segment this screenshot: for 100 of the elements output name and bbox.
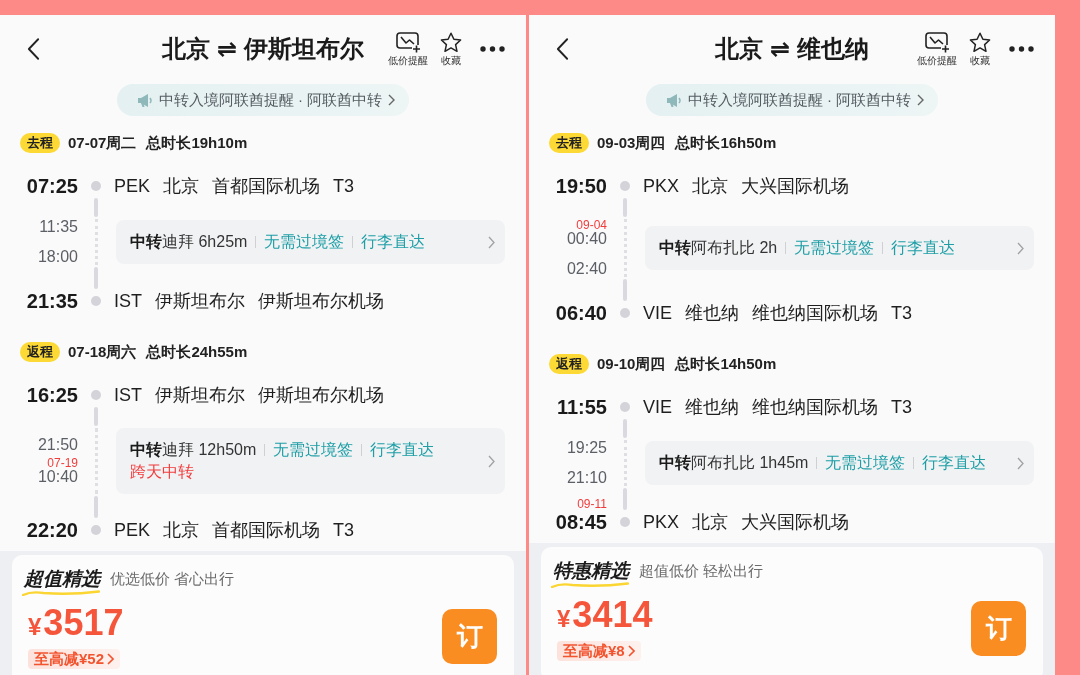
trip-date: 07-18周六: [68, 342, 137, 362]
chevron-right-icon: [488, 235, 495, 249]
notice-text: 中转入境阿联酋提醒 · 阿联酋中转: [687, 90, 912, 110]
departure-time: 11:55: [556, 395, 607, 419]
next-day-date: 07-19: [47, 457, 78, 469]
price: ¥3517: [28, 604, 124, 645]
transfer-card[interactable]: 中转阿布扎比 2h 无需过境签 行李直达: [645, 226, 1034, 270]
transfer-summary: 中转阿布扎比 2h: [659, 238, 778, 258]
notice-banner[interactable]: 中转入境阿联酋提醒 · 阿联酋中转: [116, 84, 410, 116]
chart-plus-icon: [395, 32, 421, 53]
airport-name: PEK 北京 首都国际机场 T3: [114, 519, 356, 542]
notice-text: 中转入境阿联酋提醒 · 阿联酋中转: [158, 90, 383, 110]
transfer-arrive-time: 21:50: [37, 437, 78, 453]
page-title: 北京 ⇌ 伊斯坦布尔: [162, 34, 364, 64]
star-icon: [969, 32, 991, 53]
more-icon[interactable]: [480, 46, 505, 52]
timeline-dot: [620, 181, 630, 191]
underline-swoosh-icon: [22, 590, 100, 596]
departure-time: 07:25: [26, 174, 78, 198]
chevron-right-icon: [1017, 456, 1024, 470]
transfer-depart-time: 18:00: [37, 249, 78, 265]
departure-time: 19:50: [555, 174, 607, 198]
arrival-time: 06:40: [555, 301, 607, 325]
transfer-tag: 无需过境签: [264, 231, 345, 253]
timeline-dot: [620, 308, 630, 318]
transfer-card[interactable]: 中转迪拜 6h25m 无需过境签 行李直达: [116, 220, 505, 264]
airport-name: VIE 维也纳 维也纳国际机场 T3: [643, 396, 914, 419]
favorite-button[interactable]: 收藏: [440, 32, 462, 66]
trip-duration: 总时长19h10m: [146, 133, 248, 153]
transfer-tag: 行李直达: [922, 452, 987, 474]
megaphone-icon: [665, 92, 682, 108]
transfer-tag: 行李直达: [370, 439, 435, 461]
transfer-summary: 中转阿布扎比 1h45m: [659, 453, 809, 473]
timeline-dot: [620, 402, 630, 412]
transfer-card[interactable]: 中转阿布扎比 1h45m 无需过境签 行李直达: [645, 441, 1034, 485]
transfer-card[interactable]: 中转迪拜 12h50m 无需过境签 行李直达 跨天中转: [116, 428, 505, 494]
chevron-right-icon: [627, 645, 635, 657]
deal-subtitle: 超值低价 轻松出行: [639, 561, 764, 581]
transfer-tag: 无需过境签: [273, 439, 354, 461]
timeline-dot: [91, 181, 101, 191]
timeline-dot: [620, 517, 630, 527]
airport-name: PKX 北京 大兴国际机场: [643, 511, 851, 534]
star-icon: [440, 32, 462, 53]
more-icon[interactable]: [1009, 46, 1034, 52]
chevron-right-icon: [1017, 241, 1024, 255]
airport-name: VIE 维也纳 维也纳国际机场 T3: [643, 302, 914, 325]
trip-date: 09-10周四: [597, 354, 666, 374]
trip-tag: 去程: [20, 133, 60, 153]
chevron-right-icon: [488, 454, 495, 468]
next-day-date: 09-11: [577, 498, 607, 510]
transfer-arrive-time: 19:25: [566, 440, 607, 456]
airport-name: PKX 北京 大兴国际机场: [643, 175, 851, 198]
arrival-time: 22:20: [26, 518, 78, 542]
transfer-depart-time: 10:40: [37, 469, 78, 485]
trip-tag: 返程: [20, 342, 60, 362]
price: ¥3414: [557, 596, 653, 637]
transfer-depart-time: 02:40: [566, 261, 607, 277]
favorite-button[interactable]: 收藏: [969, 32, 991, 66]
transfer-summary: 中转迪拜 6h25m: [130, 232, 248, 252]
trip-date: 07-07周二: [68, 133, 137, 153]
megaphone-icon: [136, 92, 153, 108]
transfer-depart-time: 21:10: [566, 470, 607, 486]
chevron-right-icon: [388, 94, 396, 106]
price-alert-button[interactable]: 低价提醒: [917, 32, 957, 66]
cross-day-note: 跨天中转: [130, 462, 195, 482]
trip-duration: 总时长24h55m: [146, 342, 248, 362]
underline-swoosh-icon: [551, 582, 629, 588]
departure-time: 16:25: [26, 383, 78, 407]
chevron-right-icon: [107, 653, 115, 665]
price-alert-button[interactable]: 低价提醒: [388, 32, 428, 66]
deal-title: 特惠精选: [553, 560, 629, 582]
transfer-tag: 行李直达: [361, 231, 426, 253]
timeline-dot: [91, 525, 101, 535]
trip-duration: 总时长16h50m: [675, 133, 777, 153]
trip-tag: 去程: [549, 133, 589, 153]
transfer-tag: 行李直达: [891, 237, 956, 259]
transfer-summary: 中转迪拜 12h50m: [130, 440, 257, 460]
transfer-tag: 无需过境签: [794, 237, 875, 259]
chart-plus-icon: [924, 32, 950, 53]
arrival-time: 08:45: [555, 510, 607, 534]
timeline-dot: [91, 296, 101, 306]
trip-tag: 返程: [549, 354, 589, 374]
deal-subtitle: 优选低价 省心出行: [110, 569, 235, 589]
next-day-date: 09-04: [576, 219, 607, 231]
timeline-dot: [91, 390, 101, 400]
deal-title: 超值精选: [24, 568, 100, 590]
notice-banner[interactable]: 中转入境阿联酋提醒 · 阿联酋中转: [645, 84, 939, 116]
transfer-arrive-time: 11:35: [39, 219, 78, 235]
airport-name: PEK 北京 首都国际机场 T3: [114, 175, 356, 198]
arrival-time: 21:35: [26, 289, 78, 313]
trip-date: 09-03周四: [597, 133, 666, 153]
page-title: 北京 ⇌ 维也纳: [715, 34, 869, 64]
transfer-arrive-time: 00:40: [566, 231, 607, 247]
back-icon[interactable]: [556, 37, 569, 61]
back-icon[interactable]: [27, 37, 40, 61]
airport-name: IST 伊斯坦布尔 伊斯坦布尔机场: [114, 290, 385, 313]
transfer-tag: 无需过境签: [825, 452, 906, 474]
chevron-right-icon: [917, 94, 925, 106]
airport-name: IST 伊斯坦布尔 伊斯坦布尔机场: [114, 384, 385, 407]
trip-duration: 总时长14h50m: [675, 354, 777, 374]
